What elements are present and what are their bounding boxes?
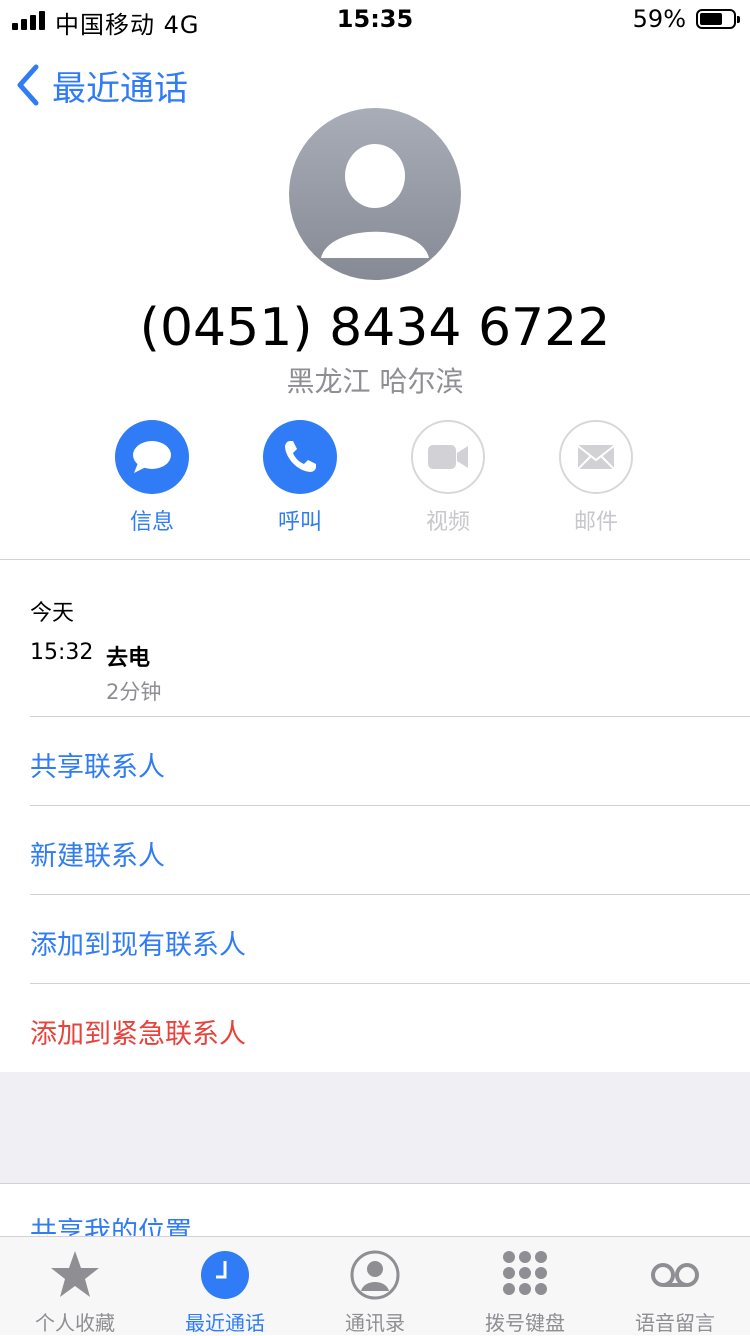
battery-percentage: 59% — [632, 5, 686, 33]
divider — [30, 894, 750, 895]
action-row: 信息 呼叫 视频 邮件 — [0, 420, 750, 540]
tab-contacts[interactable]: 通讯录 — [300, 1237, 450, 1335]
tab-favorites-label: 个人收藏 — [35, 1311, 115, 1335]
tab-keypad-label: 拨号键盘 — [485, 1311, 565, 1335]
tab-favorites[interactable]: 个人收藏 — [0, 1237, 150, 1335]
divider — [30, 805, 750, 806]
tab-bar: 个人收藏 最近通话 通讯录 拨号键盘 语音留言 — [0, 1236, 750, 1335]
phone-icon — [263, 420, 337, 494]
call-time: 15:32 — [30, 640, 94, 665]
star-icon — [51, 1251, 99, 1297]
section-spacer — [0, 1072, 750, 1183]
divider — [30, 716, 750, 717]
tab-recents-label: 最近通话 — [185, 1311, 265, 1335]
back-button[interactable]: 最近通话 — [14, 60, 188, 110]
video-label: 视频 — [425, 510, 470, 535]
history-day: 今天 — [30, 601, 75, 626]
number-location: 黑龙江 哈尔滨 — [286, 365, 464, 398]
tab-contacts-label: 通讯录 — [345, 1311, 405, 1335]
tab-voicemail[interactable]: 语音留言 — [600, 1237, 750, 1335]
tab-voicemail-label: 语音留言 — [635, 1311, 715, 1335]
status-bar: 中国移动 4G 15:35 59% — [0, 0, 750, 40]
back-button-label: 最近通话 — [52, 68, 188, 109]
new-contact-button[interactable]: 新建联系人 — [30, 834, 165, 873]
divider — [0, 559, 750, 560]
tab-keypad[interactable]: 拨号键盘 — [450, 1237, 600, 1335]
contacts-icon — [350, 1250, 400, 1300]
video-icon — [411, 420, 485, 494]
call-label: 呼叫 — [277, 510, 322, 535]
chevron-left-icon — [17, 64, 39, 106]
add-to-emergency-contact-button[interactable]: 添加到紧急联系人 — [30, 1012, 246, 1051]
add-to-existing-contact-button[interactable]: 添加到现有联系人 — [30, 923, 246, 962]
contact-avatar — [289, 108, 461, 280]
message-button[interactable]: 信息 — [92, 420, 212, 536]
share-contact-button[interactable]: 共享联系人 — [30, 745, 165, 784]
video-button[interactable]: 视频 — [388, 420, 508, 536]
person-placeholder-icon — [321, 144, 429, 258]
call-duration: 2分钟 — [106, 680, 162, 704]
tab-recents[interactable]: 最近通话 — [150, 1237, 300, 1335]
call-button[interactable]: 呼叫 — [240, 420, 360, 536]
voicemail-icon — [651, 1263, 699, 1287]
divider — [30, 983, 750, 984]
mail-button[interactable]: 邮件 — [536, 420, 656, 536]
keypad-icon — [503, 1251, 547, 1295]
divider — [0, 1183, 750, 1184]
call-type: 去电 — [106, 646, 151, 671]
phone-number: (0451) 8434 6722 — [139, 298, 611, 358]
message-icon — [115, 420, 189, 494]
mail-label: 邮件 — [573, 510, 618, 535]
clock-icon — [201, 1251, 249, 1299]
battery-icon — [696, 9, 740, 29]
mail-icon — [559, 420, 633, 494]
message-label: 信息 — [129, 510, 174, 535]
